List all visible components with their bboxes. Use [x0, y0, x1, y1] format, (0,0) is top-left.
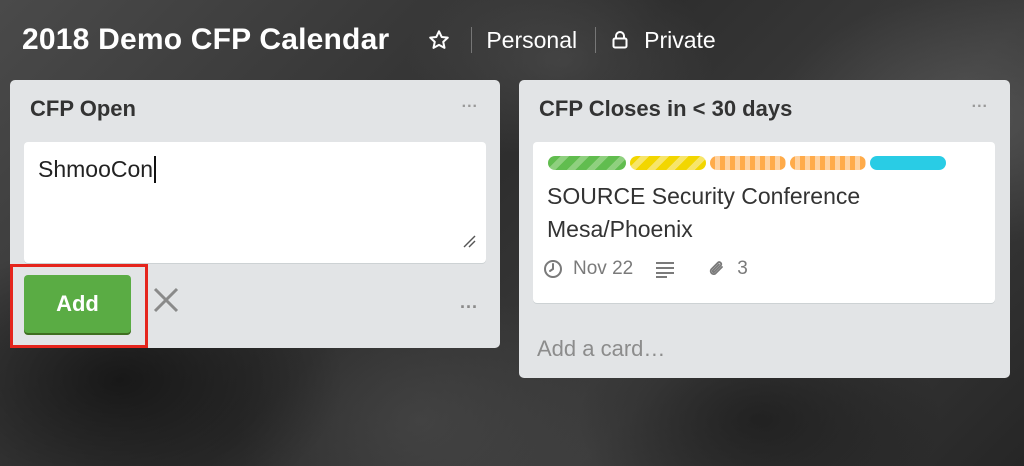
- paperclip-icon: [710, 261, 724, 275]
- label-yellow: [630, 156, 706, 170]
- privacy-label: Private: [644, 26, 716, 53]
- card-composer-value: ShmooCon: [38, 156, 154, 182]
- header-divider: [595, 27, 597, 53]
- clock-icon: [544, 260, 562, 278]
- composer-more-button[interactable]: ...: [460, 292, 478, 313]
- attachments-badge: 3: [707, 258, 748, 280]
- card-title: SOURCE Security Conference Mesa/Phoenix: [547, 183, 861, 242]
- add-card-button[interactable]: Add: [24, 275, 131, 333]
- card-labels: [548, 156, 950, 170]
- board-header: 2018 Demo CFP Calendar Personal Private: [0, 0, 1024, 80]
- list-cfp-open: CFP Open ... ShmooCon Add ...: [10, 80, 500, 348]
- label-blue: [870, 156, 946, 170]
- due-date: Nov 22: [573, 258, 634, 279]
- list-title[interactable]: CFP Open: [30, 96, 136, 122]
- label-orange: [710, 156, 786, 170]
- star-icon[interactable]: [425, 26, 453, 54]
- list-menu-button[interactable]: ...: [462, 94, 478, 112]
- card-badges: Nov 22 3: [543, 258, 770, 280]
- list-cfp-closes-soon: CFP Closes in < 30 days ... SOURCE Secur…: [519, 80, 1010, 378]
- label-green: [548, 156, 626, 170]
- team-visibility-label: Personal: [486, 26, 578, 53]
- team-visibility-button[interactable]: Personal: [486, 27, 577, 54]
- card-composer-textarea[interactable]: ShmooCon: [24, 142, 486, 263]
- close-icon[interactable]: [151, 285, 181, 320]
- list-menu-button[interactable]: ...: [972, 94, 988, 112]
- lock-icon: [610, 30, 630, 50]
- description-icon: [655, 260, 685, 278]
- resize-grip-icon[interactable]: [462, 234, 476, 253]
- label-orange: [790, 156, 866, 170]
- text-caret: [154, 156, 157, 183]
- due-date-badge: Nov 22: [543, 258, 633, 280]
- board-title[interactable]: 2018 Demo CFP Calendar: [22, 23, 389, 57]
- add-card-link[interactable]: Add a card…: [537, 336, 665, 362]
- attachment-count: 3: [737, 258, 748, 279]
- privacy-button[interactable]: Private: [610, 27, 716, 54]
- header-divider: [471, 27, 473, 53]
- list-title[interactable]: CFP Closes in < 30 days: [539, 96, 792, 122]
